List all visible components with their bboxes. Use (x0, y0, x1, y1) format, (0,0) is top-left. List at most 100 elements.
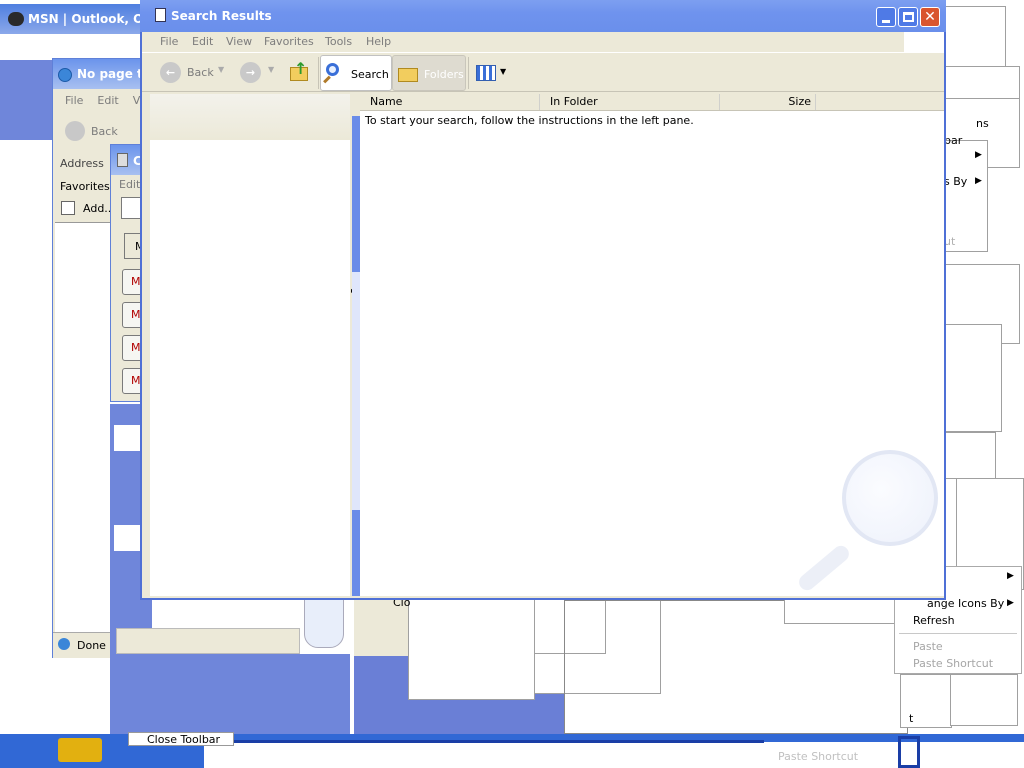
splitter-blue-bottom (352, 510, 360, 596)
bar-partial-label: bar (944, 134, 963, 147)
close-toolbar-menu[interactable]: Close Toolbar (128, 732, 234, 746)
calculator-icon (117, 153, 128, 167)
taskbar-icon[interactable] (58, 738, 102, 762)
folders-button[interactable]: Folders (392, 55, 466, 91)
bubble-shape (304, 596, 344, 648)
search-instructions-message: To start your search, follow the instruc… (365, 114, 694, 127)
maximize-button[interactable] (898, 7, 918, 27)
search-toolbar: ← Back ▼ → ▼ ↑ Search Folders ▼ (142, 52, 944, 92)
search-magnifier-icon (326, 63, 339, 76)
ghost-right-1 (942, 6, 1006, 68)
column-name-label: Name (370, 95, 403, 108)
splitter-blue-top (352, 116, 360, 272)
taskbar: Close Toolbar Paste Shortcut (0, 732, 1024, 768)
blank-panel-bottom (116, 628, 300, 654)
search-left-pane (150, 94, 350, 596)
column-in-folder-label: In Folder (550, 95, 598, 108)
ghost-rect-1 (408, 596, 535, 700)
forward-arrow-icon: → (240, 62, 261, 83)
folders-icon (398, 68, 418, 82)
menu-view[interactable]: View (226, 35, 252, 48)
close-button[interactable]: ✕ (920, 7, 940, 27)
desktop-fragment-bottom (110, 654, 350, 734)
s-by-partial-label: s By (944, 175, 968, 188)
ie-page-icon (58, 638, 70, 650)
splitter-light (352, 272, 360, 510)
context-paste-shortcut[interactable]: Paste Shortcut (913, 657, 993, 670)
forward-dropdown-icon: ▼ (268, 65, 275, 74)
search-label: Search (351, 68, 389, 81)
paste-shortcut-ghost-label: Paste Shortcut (778, 750, 859, 763)
ie-logo-icon (58, 68, 72, 82)
menu-help[interactable]: Help (366, 35, 391, 48)
up-folder-button[interactable]: ↑ (288, 59, 312, 85)
msn-logo-icon (8, 12, 24, 26)
menu-edit[interactable]: Edit (192, 35, 213, 48)
ghost-rect-5 (784, 596, 910, 624)
ghost-right-6 (940, 324, 1002, 432)
context-paste[interactable]: Paste (913, 640, 943, 653)
ie-menu-edit[interactable]: Edit (97, 94, 118, 107)
minimize-button[interactable] (876, 7, 896, 27)
search-window-icon (155, 8, 166, 22)
msn-title: MSN | Outlook, Or (28, 12, 150, 26)
ghost-bottom-right-1 (900, 674, 952, 728)
left-pane-header (150, 94, 350, 140)
column-size-label: Size (788, 95, 811, 108)
views-dropdown-icon: ▼ (500, 67, 507, 76)
ie-status-text: Done (77, 639, 106, 652)
white-cloud-2 (114, 525, 140, 551)
forward-button[interactable]: → ▼ (238, 61, 278, 85)
column-header-size[interactable]: Size (720, 94, 816, 110)
add-favorite-icon (61, 201, 75, 215)
ie-favorites-label: Favorites (60, 180, 110, 193)
column-header-name[interactable]: Name (360, 94, 540, 110)
menu-favorites[interactable]: Favorites (264, 35, 314, 48)
search-menu-bar: File Edit View Favorites Tools Help (142, 32, 944, 52)
search-window-title: Search Results (171, 9, 272, 23)
search-results-window: Search Results ✕ File Edit View Favorite… (140, 0, 946, 600)
up-arrow-icon: ↑ (294, 59, 308, 78)
menu-tools[interactable]: Tools (325, 35, 352, 48)
close-toolbar-label: Close Toolbar (147, 733, 221, 746)
submenu-arrow-icon: ▶ (975, 150, 982, 160)
taskbar-white-strip (204, 740, 764, 768)
minimize-icon (882, 20, 890, 23)
white-cloud-1 (114, 425, 140, 451)
toolbar-separator (318, 57, 319, 89)
back-arrow-icon: ← (160, 62, 181, 83)
t-partial-label: t (909, 712, 914, 725)
ghost-bottom-right-2 (950, 674, 1018, 726)
search-magnifier-handle (323, 75, 331, 84)
submenu-arrow-icon: ▶ (1007, 598, 1014, 608)
submenu-arrow-icon: ▶ (1007, 571, 1014, 581)
back-label: Back (187, 66, 214, 79)
column-header-in-folder[interactable]: In Folder (540, 94, 720, 110)
menu-file[interactable]: File (160, 35, 178, 48)
taskbar-dark-line (234, 740, 764, 743)
ie-menu-file[interactable]: File (65, 94, 83, 107)
taskbar-selection-box (898, 736, 920, 768)
maximize-icon (903, 12, 914, 22)
ns-partial-label: ns (976, 117, 989, 130)
ie-back-button[interactable]: Back (63, 121, 143, 143)
back-button[interactable]: ← Back ▼ (158, 61, 228, 85)
msn-blue-band (0, 60, 52, 140)
calculator-menu-edit[interactable]: Edit (119, 178, 140, 191)
toolbar-separator (468, 57, 469, 89)
search-button[interactable]: Search (320, 55, 392, 91)
folders-label: Folders (424, 68, 464, 81)
search-title-bar[interactable]: Search Results (140, 0, 946, 32)
back-dropdown-icon: ▼ (218, 65, 225, 74)
ie-address-label: Address (60, 157, 104, 170)
views-grid-icon (476, 65, 496, 81)
back-arrow-icon (65, 121, 85, 141)
submenu-arrow-icon: ▶ (975, 176, 982, 186)
context-refresh[interactable]: Refresh (913, 614, 955, 627)
magnifier-watermark-icon (842, 450, 938, 546)
context-separator (899, 633, 1017, 634)
menu-bar-right-box (904, 32, 944, 52)
close-icon: ✕ (924, 9, 936, 25)
ie-back-label: Back (91, 125, 118, 138)
views-button[interactable]: ▼ (474, 63, 510, 85)
